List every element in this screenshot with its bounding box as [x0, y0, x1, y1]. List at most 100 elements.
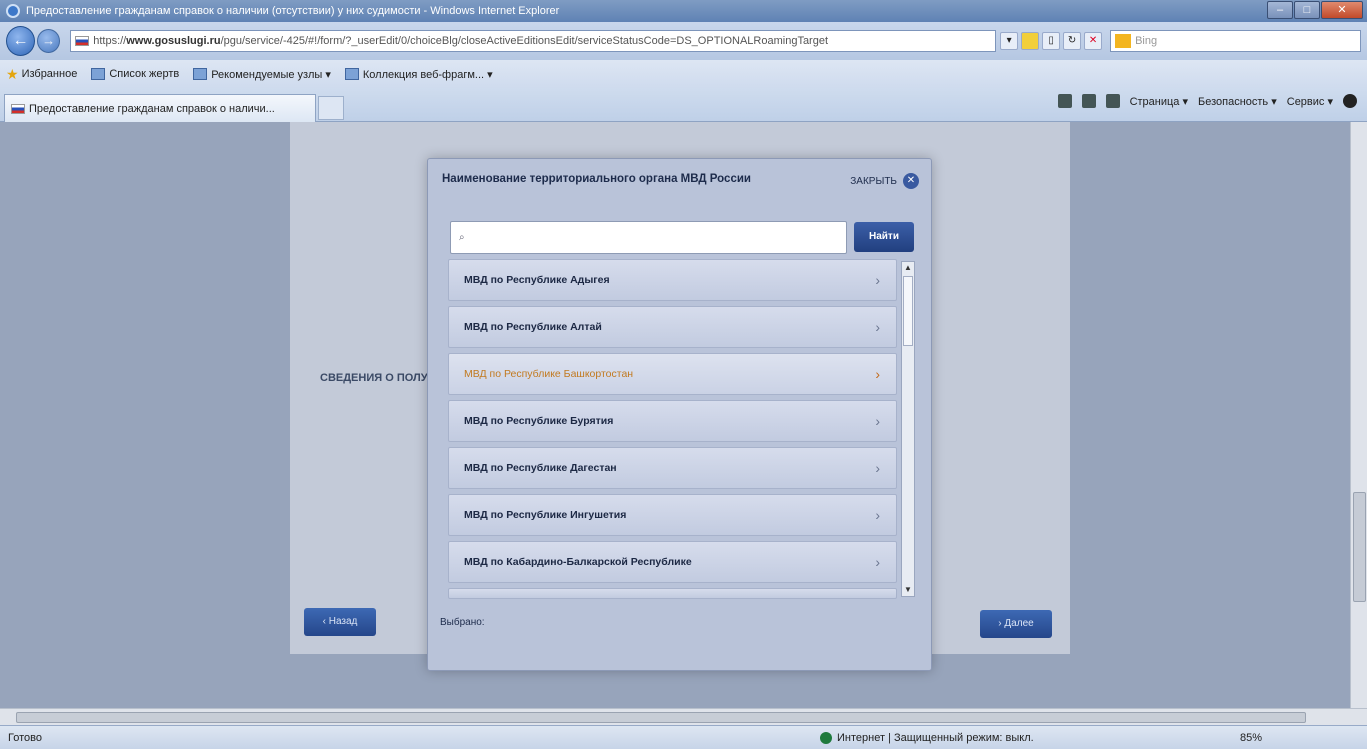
list-item-kabardino-balkaria[interactable]: МВД по Кабардино-Балкарской Республике › — [448, 541, 897, 583]
favorite-item-label: Список жертв — [109, 68, 180, 80]
chevron-right-icon: › — [875, 460, 880, 476]
favorite-item-label: Рекомендуемые узлы ▾ — [211, 68, 331, 81]
chevron-right-icon: › — [875, 366, 880, 382]
tools-menu[interactable]: Сервис ▾ — [1287, 95, 1333, 108]
dropdown-icon[interactable]: ▾ — [1000, 32, 1019, 50]
list-scroll-thumb[interactable] — [903, 276, 913, 346]
chevron-right-icon: › — [875, 413, 880, 429]
status-bar: Готово Интернет | Защищенный режим: выкл… — [0, 725, 1367, 749]
site-flag-icon — [11, 103, 25, 114]
list-scrollbar[interactable]: ▲ ▼ — [901, 261, 915, 597]
chevron-right-icon: › — [875, 507, 880, 523]
stop-icon[interactable]: ✕ — [1084, 32, 1103, 50]
url-prefix: https:// — [93, 35, 127, 47]
page-menu[interactable]: Страница ▾ — [1130, 95, 1188, 108]
tab-bar: Предоставление гражданам справок о налич… — [0, 88, 1367, 122]
search-icon: ⌕ — [459, 232, 465, 243]
safety-menu[interactable]: Безопасность ▾ — [1198, 95, 1277, 108]
bing-icon — [1115, 34, 1132, 48]
favorites-button[interactable]: ★ Избранное — [6, 66, 77, 83]
home-icon[interactable] — [1057, 94, 1072, 108]
print-icon[interactable] — [1105, 94, 1120, 108]
list-item-label: МВД по Республике Адыгея — [464, 274, 610, 286]
list-item-label: МВД по Республике Дагестан — [464, 462, 617, 474]
favorites-label: Избранное — [21, 68, 78, 80]
compat-view-icon[interactable]: ▯ — [1042, 32, 1061, 50]
security-zone-label: Интернет | Защищенный режим: выкл. — [837, 731, 1034, 744]
status-text: Готово — [8, 731, 42, 744]
minimize-button[interactable]: – — [1267, 1, 1293, 19]
lock-icon[interactable] — [1021, 32, 1040, 50]
address-bar[interactable]: https:// www.gosuslugi.ru /pgu/service/-… — [70, 30, 997, 52]
window-title: Предоставление гражданам справок о налич… — [26, 5, 560, 17]
close-icon: ✕ — [903, 173, 919, 189]
new-tab-button[interactable] — [318, 96, 344, 120]
favorite-item-victims[interactable]: Список жертв — [91, 68, 179, 80]
favorites-bar: ★ Избранное Список жертв Рекомендуемые у… — [0, 60, 1367, 88]
forward-icon[interactable]: → — [37, 29, 61, 53]
list-item-bashkortostan[interactable]: МВД по Республике Башкортостан › — [448, 353, 897, 395]
help-icon[interactable] — [1343, 94, 1357, 108]
url-path: /pgu/service/-425/#!/form/?_userEdit/0/c… — [220, 35, 829, 47]
window-titlebar: Предоставление гражданам справок о налич… — [0, 0, 1367, 22]
list-item-label: МВД по Кабардино-Балкарской Республике — [464, 556, 692, 568]
list-item-label: МВД по Республике Бурятия — [464, 415, 614, 427]
page-horizontal-scrollbar[interactable] — [0, 708, 1367, 725]
url-domain: www.gosuslugi.ru — [126, 35, 221, 47]
address-tools: ▾ ▯ ↻ ✕ — [1000, 32, 1103, 50]
back-icon[interactable]: ← — [6, 26, 35, 56]
refresh-icon[interactable]: ↻ — [1063, 32, 1082, 50]
list-item-label: МВД по Республике Алтай — [464, 321, 602, 333]
ie-logo-icon — [6, 4, 20, 18]
list-item-label: МВД по Республике Ингушетия — [464, 509, 627, 521]
feed-icon — [91, 68, 106, 80]
chevron-right-icon: › — [875, 272, 880, 288]
ie-page-icon — [193, 68, 208, 80]
find-button[interactable]: Найти — [854, 222, 914, 252]
zoom-level[interactable]: 85% — [1240, 732, 1262, 744]
star-icon: ★ — [6, 65, 19, 82]
search-box-placeholder: Bing — [1135, 35, 1158, 47]
next-button[interactable]: › Далее — [980, 610, 1052, 638]
favorite-item-webslices[interactable]: Коллекция веб-фрагм... ▾ — [344, 68, 493, 81]
background-section-heading: СВЕДЕНИЯ О ПОЛУЧ — [320, 372, 436, 384]
maximize-button[interactable]: □ — [1294, 1, 1320, 19]
list-item-dagestan[interactable]: МВД по Республике Дагестан › — [448, 447, 897, 489]
page-vertical-scrollbar[interactable] — [1350, 122, 1367, 708]
dialog-search-input[interactable] — [470, 231, 831, 244]
navigation-bar: ← → https:// www.gosuslugi.ru /pgu/servi… — [0, 22, 1367, 60]
list-item-ingushetia[interactable]: МВД по Республике Ингушетия › — [448, 494, 897, 536]
tab-label: Предоставление гражданам справок о налич… — [29, 102, 275, 115]
close-window-button[interactable]: ✕ — [1321, 1, 1363, 19]
ie-page-icon — [344, 68, 359, 80]
tab-active[interactable]: Предоставление гражданам справок о налич… — [4, 94, 316, 122]
dialog-close-button[interactable]: ЗАКРЫТЬ ✕ — [850, 173, 919, 189]
dialog-title: Наименование территориального органа МВД… — [442, 173, 751, 185]
security-zone[interactable]: Интернет | Защищенный режим: выкл. — [820, 731, 1034, 744]
list-item-adygea[interactable]: МВД по Республике Адыгея › — [448, 259, 897, 301]
list-item-buryatia[interactable]: МВД по Республике Бурятия › — [448, 400, 897, 442]
search-box[interactable]: Bing ⌕ — [1110, 30, 1362, 52]
chevron-right-icon: › — [875, 319, 880, 335]
site-flag-icon — [75, 36, 90, 46]
favorite-item-suggested[interactable]: Рекомендуемые узлы ▾ — [193, 68, 331, 81]
scroll-down-icon[interactable]: ▼ — [903, 585, 913, 594]
window-controls: – □ ✕ — [1266, 1, 1363, 19]
dialog-search-field[interactable]: ⌕ — [450, 221, 847, 254]
page-hscroll-thumb[interactable] — [16, 712, 1306, 723]
feeds-icon[interactable] — [1081, 94, 1096, 108]
territorial-body-dialog: Наименование территориального органа МВД… — [427, 158, 932, 671]
back-button[interactable]: ‹ Назад — [304, 608, 376, 636]
globe-icon — [820, 731, 832, 744]
dialog-close-label: ЗАКРЫТЬ — [850, 175, 897, 187]
list-item-altai[interactable]: МВД по Республике Алтай › — [448, 306, 897, 348]
territorial-body-list: МВД по Республике Адыгея › МВД по Респуб… — [448, 259, 915, 599]
chevron-right-icon: › — [875, 554, 880, 570]
page-vscroll-thumb[interactable] — [1353, 492, 1366, 602]
list-item-label: МВД по Республике Башкортостан — [464, 368, 634, 380]
command-bar: Страница ▾ Безопасность ▾ Сервис ▾ — [1057, 94, 1357, 108]
list-item-partial[interactable] — [448, 588, 897, 599]
scroll-up-icon[interactable]: ▲ — [903, 263, 913, 272]
favorite-item-label: Коллекция веб-фрагм... ▾ — [362, 68, 493, 81]
selected-label: Выбрано: — [440, 617, 485, 628]
